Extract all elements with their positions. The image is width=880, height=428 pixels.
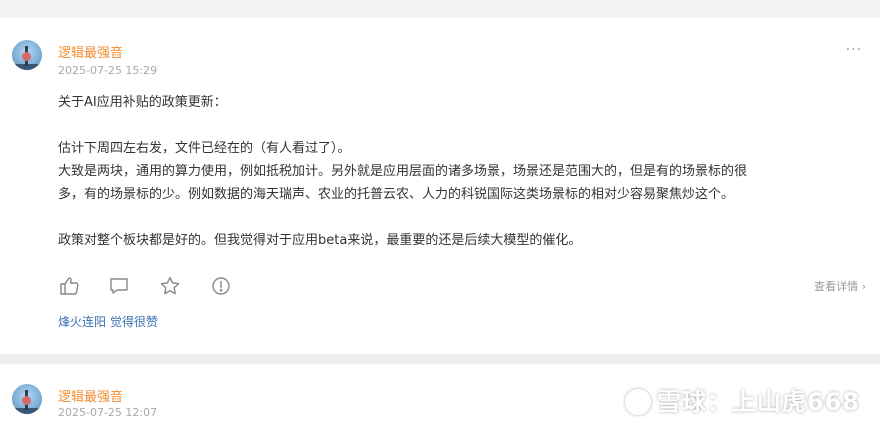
- action-bar: 查看详情 ›: [58, 275, 866, 297]
- snowball-logo-icon: [624, 389, 651, 415]
- like-icon[interactable]: [58, 275, 80, 297]
- liked-by: 烽火连阳 觉得很赞: [58, 313, 158, 330]
- content-line: 关于AI应用补贴的政策更新：: [58, 95, 227, 110]
- username[interactable]: 逻辑最强音: [58, 386, 123, 405]
- comment-icon[interactable]: [108, 275, 130, 297]
- content-line: 多，有的场景标的少。例如数据的海天瑞声、农业的托普云农、人力的科锐国际这类场景标…: [58, 187, 735, 202]
- view-detail-link[interactable]: 查看详情 ›: [814, 278, 866, 294]
- content-line: 估计下周四左右发，文件已经在的（有人看过了）。: [58, 141, 351, 156]
- post-time: 2025-07-25 12:07: [58, 406, 158, 419]
- star-icon[interactable]: [159, 275, 181, 297]
- username[interactable]: 逻辑最强音: [58, 42, 123, 61]
- liker-name[interactable]: 烽火连阳: [58, 315, 106, 329]
- top-separator: [0, 0, 880, 18]
- post-content: 关于AI应用补贴的政策更新： 估计下周四左右发，文件已经在的（有人看过了）。 大…: [58, 91, 866, 252]
- avatar[interactable]: [12, 384, 42, 414]
- content-line: 政策对整个板块都是好的。但我觉得对于应用beta来说，最重要的还是后续大模型的催…: [58, 233, 582, 248]
- post-time: 2025-07-25 15:29: [58, 64, 158, 77]
- content-line: [58, 206, 866, 229]
- avatar[interactable]: [12, 40, 42, 70]
- content-line: [58, 114, 866, 137]
- content-line: 大致是两块，通用的算力使用，例如抵税加计。另外就是应用层面的诸多场景，场景还是范…: [58, 164, 748, 179]
- watermark-text: 雪球：上山虎668: [656, 388, 860, 416]
- more-options-icon[interactable]: ···: [846, 42, 862, 58]
- watermark: 雪球：上山虎668: [624, 382, 860, 417]
- post-card: 逻辑最强音 2025-07-25 15:29 ··· 关于AI应用补贴的政策更新…: [0, 18, 880, 354]
- report-icon[interactable]: [210, 275, 232, 297]
- liked-text: 觉得很赞: [110, 315, 159, 329]
